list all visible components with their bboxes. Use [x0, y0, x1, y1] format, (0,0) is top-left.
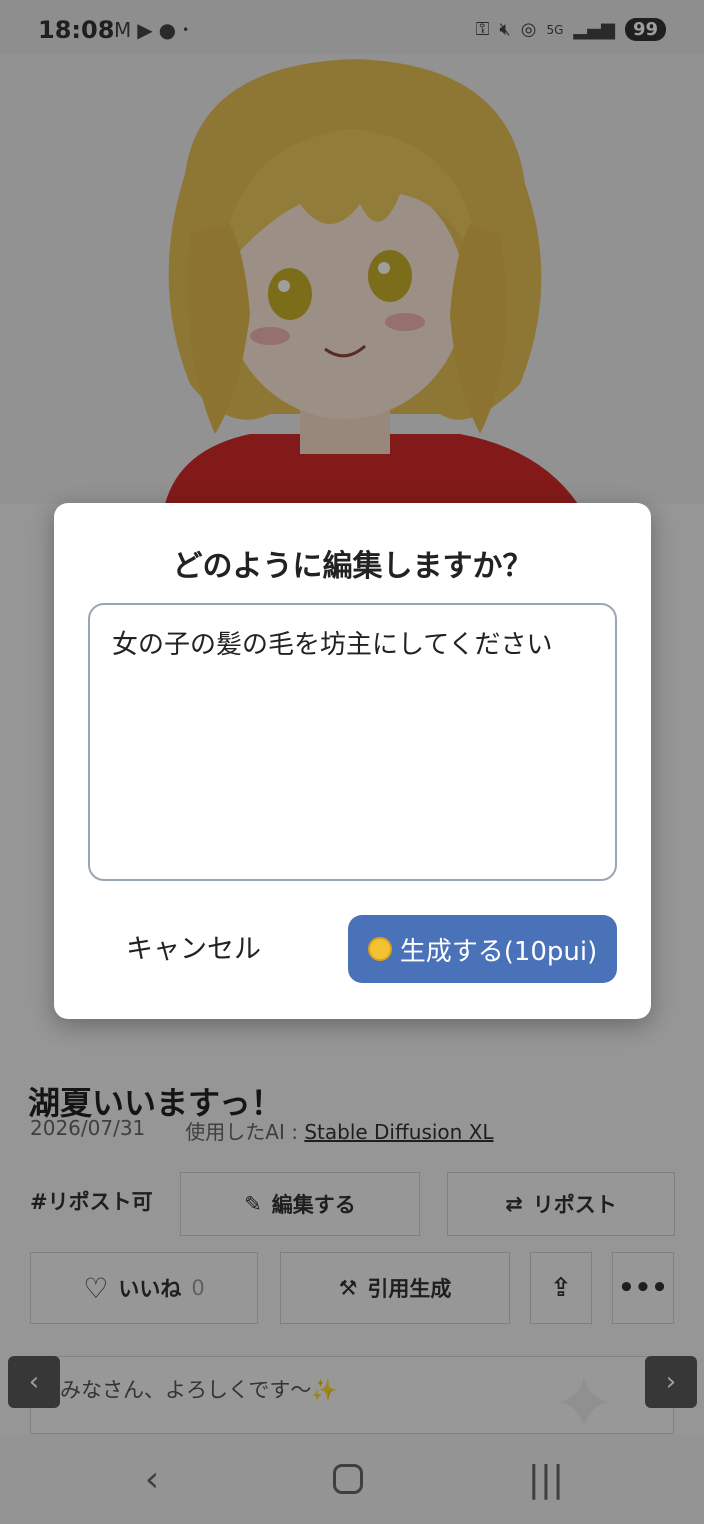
generate-button-label: 生成する(10pui) — [399, 936, 598, 967]
generate-button[interactable]: 生成する(10pui) — [348, 915, 617, 983]
coin-icon — [367, 937, 392, 961]
edit-dialog: どのように編集しますか？ 女の子の髪の毛を坊主にしてください キャンセル 生成す… — [54, 503, 651, 1019]
dialog-title: どのように編集しますか？ — [172, 549, 533, 584]
cancel-button[interactable]: キャンセル — [126, 927, 261, 966]
edit-prompt-input[interactable]: 女の子の髪の毛を坊主にしてください — [88, 603, 617, 881]
